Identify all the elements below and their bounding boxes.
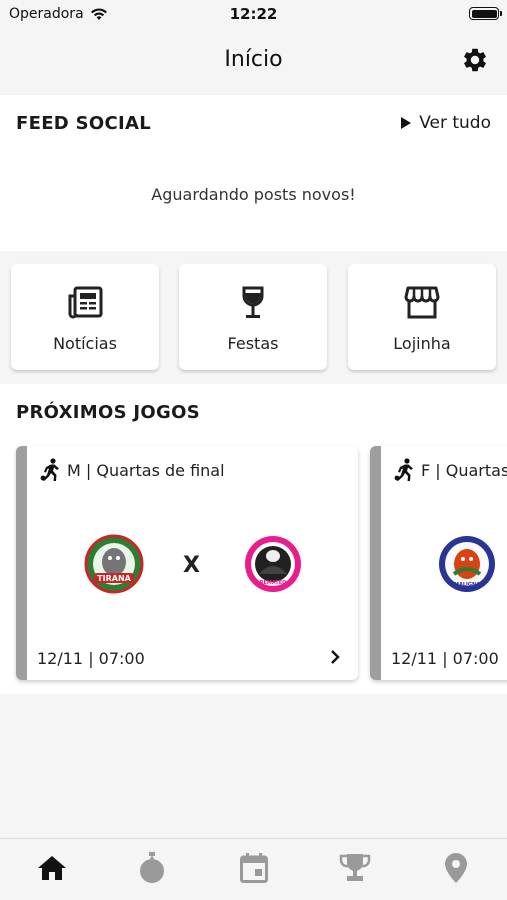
calendar-icon [240,853,268,883]
status-bar: Operadora 12:22 [0,0,507,28]
versus-label: X [183,553,200,578]
news-tile[interactable]: Notícias [11,264,159,370]
soccer-player-icon [40,458,59,481]
team-name-tirana: TIRANA [97,574,131,583]
team-name-maligna: MALIGNA [454,582,480,588]
team-logo-rematec: REMATEQ [245,536,301,592]
upcoming-games-section: PRÓXIMOS JOGOS M | Quartas de final TIRA… [0,384,507,694]
parties-tile[interactable]: Festas [179,264,327,370]
tab-home[interactable] [32,851,72,885]
play-icon [401,117,412,129]
games-title: PRÓXIMOS JOGOS [16,402,200,423]
home-icon [38,856,66,880]
game-card[interactable]: M | Quartas de final TIRANA X REMATEQ 12… [16,446,358,680]
feed-title: FEED SOCIAL [16,113,151,134]
news-label: Notícias [53,334,117,353]
store-tile[interactable]: Lojinha [348,264,496,370]
team-name-rematec: REMATEQ [260,580,287,586]
see-all-label: Ver tudo [419,113,491,133]
feed-section: FEED SOCIAL Ver tudo Aguardando posts no… [0,95,507,251]
tab-games[interactable] [132,851,172,885]
team-logo-tirana: TIRANA [84,534,144,594]
navigation-bar: Início [0,28,507,94]
battery-icon [469,7,502,20]
newspaper-icon [68,286,103,319]
game-phase: F | Quartas de final [421,460,507,480]
tab-championship[interactable] [335,851,375,885]
ball-icon [140,852,164,883]
chevron-right-icon[interactable] [328,650,342,664]
bottom-tab-bar [0,838,507,900]
trophy-icon [339,854,371,881]
soccer-player-icon [394,458,413,481]
game-date: 12/11 | 07:00 [391,649,499,668]
tab-calendar[interactable] [234,851,274,885]
team-logo-maligna: MALIGNA [439,536,495,592]
gear-icon[interactable] [461,46,489,74]
clock: 12:22 [229,5,278,23]
parties-label: Festas [227,334,279,353]
wine-glass-icon [242,286,264,318]
game-phase: M | Quartas de final [67,460,225,480]
game-date: 12/11 | 07:00 [37,649,145,668]
game-card[interactable]: F | Quartas de final MALIGNA 12/11 | 07:… [370,446,507,680]
tab-location[interactable] [436,851,476,885]
storefront-icon [404,286,440,319]
shortcut-tiles: Notícias Festas Lojinha [0,264,507,372]
map-pin-icon [445,853,467,883]
see-all-button[interactable]: Ver tudo [401,113,491,133]
game-header: M | Quartas de final [39,458,225,482]
store-label: Lojinha [393,334,451,353]
game-header: F | Quartas de final [393,458,507,482]
page-title: Início [224,47,283,72]
feed-empty-message: Aguardando posts novos! [151,185,356,204]
